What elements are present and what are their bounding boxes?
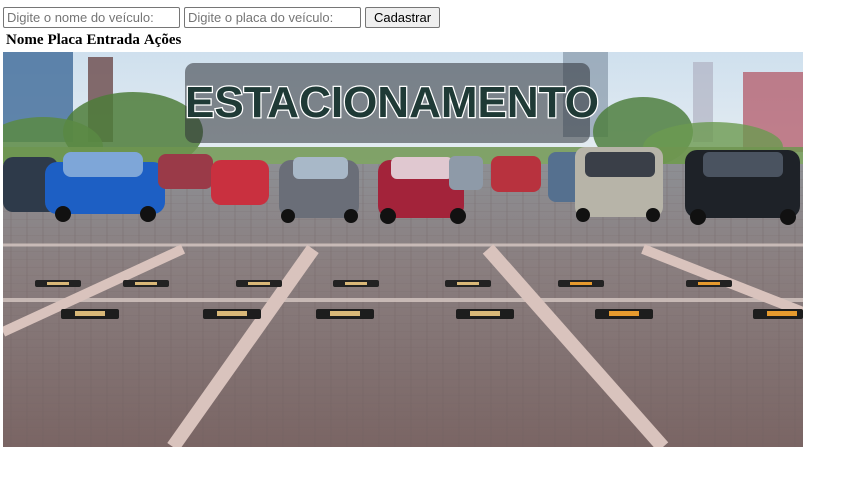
header-placa: Placa (47, 32, 83, 48)
header-acoes: Ações (143, 32, 182, 48)
header-entrada: Entrada (86, 32, 140, 48)
parking-banner-image: ESTACIONAMENTO (3, 52, 803, 447)
title-backdrop: ESTACIONAMENTO (184, 63, 600, 143)
cadastrar-button[interactable]: Cadastrar (365, 7, 440, 28)
header-nome: Nome (6, 32, 44, 48)
vehicle-plate-input[interactable] (184, 7, 361, 28)
table-header-row: Nome Placa Entrada Ações (6, 32, 185, 49)
banner-title: ESTACIONAMENTO (184, 77, 600, 128)
vehicle-name-input[interactable] (3, 7, 180, 28)
